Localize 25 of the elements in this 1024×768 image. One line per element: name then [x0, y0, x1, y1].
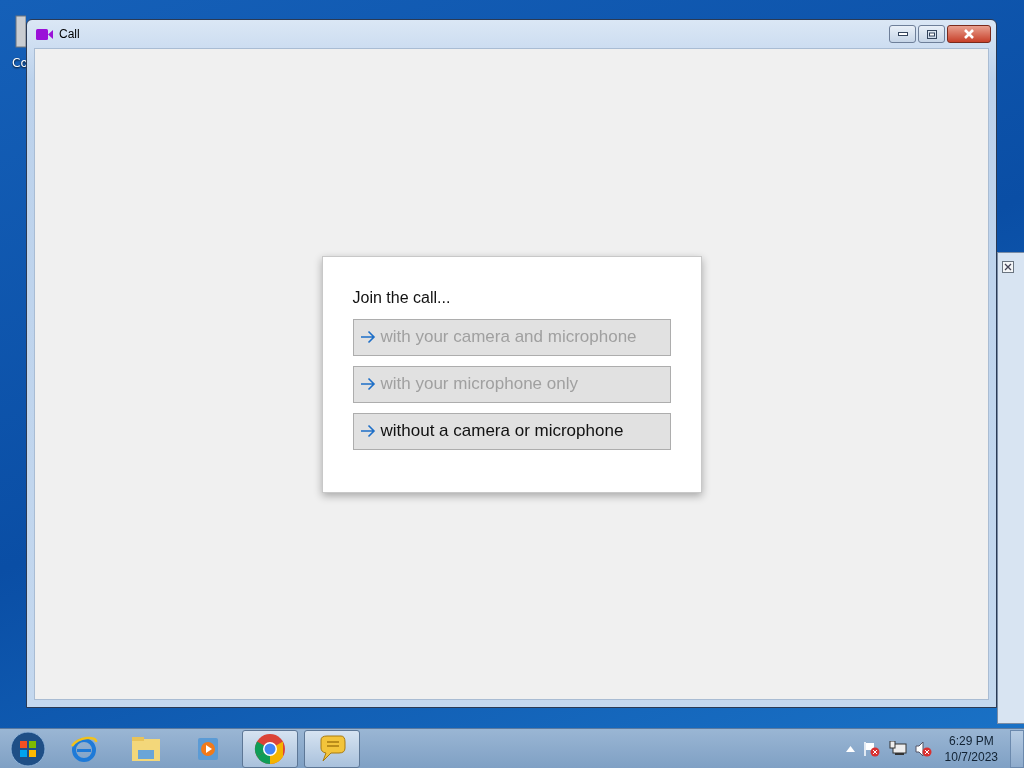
arrow-right-icon: [359, 377, 376, 391]
video-camera-icon: [36, 28, 53, 40]
speech-bubble-icon: [317, 733, 347, 764]
chrome-browser-icon: [254, 732, 286, 765]
join-option-button[interactable]: without a camera or microphone: [352, 412, 671, 450]
clock-time: 6:29 PM: [948, 732, 994, 749]
minimize-icon: [897, 32, 908, 36]
network-icon[interactable]: [888, 740, 907, 757]
clock-date: 10/7/2023: [944, 748, 998, 765]
speaker-muted-icon[interactable]: [914, 740, 933, 757]
arrow-right-icon: [359, 330, 376, 344]
window-title: Call: [59, 27, 81, 41]
join-prompt: Join the call...: [352, 288, 452, 307]
minimize-button[interactable]: [889, 25, 916, 43]
restore-icon: [926, 29, 937, 39]
clock[interactable]: 6:29 PM 10/7/2023: [940, 732, 1002, 765]
taskbar-app-button[interactable]: [242, 729, 298, 768]
media-player-icon: [196, 735, 220, 762]
close-icon[interactable]: [1002, 261, 1014, 273]
arrow-right-icon: [359, 424, 376, 438]
taskbar-app-button[interactable]: [304, 729, 360, 768]
close-button[interactable]: [947, 25, 991, 43]
flag-error-icon[interactable]: [862, 740, 881, 757]
restore-button[interactable]: [918, 25, 945, 43]
close-icon: [963, 29, 975, 39]
